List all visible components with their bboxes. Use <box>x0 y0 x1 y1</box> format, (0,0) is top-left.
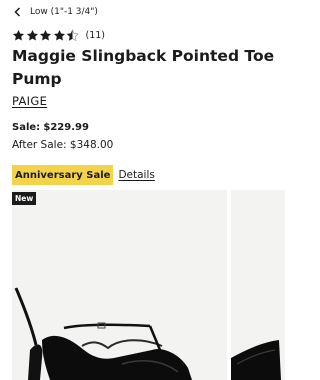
anniversary-sale-badge: Anniversary Sale <box>12 165 114 185</box>
star-filled-icon <box>53 29 65 40</box>
shoe-image <box>14 287 192 380</box>
product-image-gallery[interactable]: New <box>12 190 285 380</box>
chevron-left-icon <box>14 7 21 17</box>
sale-price-label: Sale: <box>12 122 41 133</box>
star-half-icon <box>66 28 79 41</box>
product-photo-next[interactable] <box>231 190 285 380</box>
breadcrumb-back-link[interactable]: Low (1"-1 3/4") <box>12 4 98 20</box>
rating-row[interactable]: (11) <box>12 28 105 42</box>
new-badge: New <box>12 192 37 205</box>
product-photo-main[interactable]: New <box>12 190 227 380</box>
brand-link[interactable]: PAIGE <box>12 94 47 108</box>
star-filled-icon <box>26 29 38 40</box>
star-filled-icon <box>12 29 25 40</box>
after-sale-price: After Sale: $348.00 <box>12 139 114 151</box>
sale-price-value: $229.99 <box>43 122 89 133</box>
review-count: (11) <box>85 29 106 41</box>
promo-row: Anniversary Sale Details <box>12 165 155 185</box>
star-rating <box>12 28 80 42</box>
breadcrumb-label: Low (1"-1 3/4") <box>30 7 98 17</box>
shoe-toe-image <box>231 340 281 380</box>
promo-details-link[interactable]: Details <box>118 169 154 181</box>
star-filled-icon <box>39 29 52 40</box>
sale-price: Sale: $229.99 <box>12 122 89 133</box>
product-title: Maggie Slingback Pointed Toe Pump <box>12 47 275 88</box>
